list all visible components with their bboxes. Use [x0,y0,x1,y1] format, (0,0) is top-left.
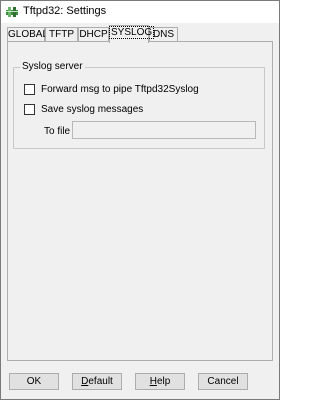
help-button-label: Help [149,376,171,387]
syslog-server-group: Syslog server Forward msg to pipe Tftpd3… [13,61,265,149]
tab-global[interactable]: GLOBAL [7,27,49,42]
window-title: Tftpd32: Settings [23,5,107,17]
default-button[interactable]: Default [72,373,122,390]
tab-dhcp-label: DHCP [79,29,108,40]
save-syslog-option[interactable]: Save syslog messages [24,102,143,116]
cancel-button[interactable]: Cancel [198,373,248,390]
default-button-label: Default [81,376,113,387]
forward-msg-checkbox[interactable] [24,83,35,95]
to-file-input[interactable] [72,121,256,139]
app-icon [6,7,18,17]
forward-msg-option[interactable]: Forward msg to pipe Tftpd32Syslog [24,82,199,96]
tab-dns-label: DNS [152,29,175,40]
tab-syslog[interactable]: SYSLOG [108,25,155,43]
tab-dns[interactable]: DNS [149,27,178,42]
tab-dhcp[interactable]: DHCP [78,27,109,42]
syslog-server-group-label: Syslog server [20,61,85,72]
tab-tftp[interactable]: TFTP [45,27,78,42]
title-bar: Tftpd32: Settings [1,1,279,23]
tab-tftp-label: TFTP [49,29,74,40]
settings-window: Tftpd32: Settings GLOBAL TFTP DHCP SYSLO… [0,0,280,400]
save-syslog-checkbox[interactable] [24,103,35,115]
save-syslog-label: Save syslog messages [41,103,144,115]
tab-global-label: GLOBAL [8,29,49,40]
help-button[interactable]: Help [135,373,185,390]
tab-strip: GLOBAL TFTP DHCP SYSLOG DNS [7,25,273,43]
syslog-panel: Syslog server Forward msg to pipe Tftpd3… [7,41,273,361]
forward-msg-label: Forward msg to pipe Tftpd32Syslog [41,83,199,95]
to-file-label: To file [44,126,71,137]
tab-syslog-label: SYSLOG [108,26,155,39]
ok-button[interactable]: OK [9,373,59,390]
